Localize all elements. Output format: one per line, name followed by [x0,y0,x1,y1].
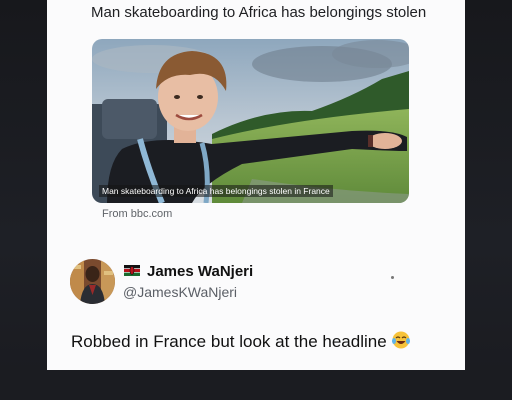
article-image[interactable]: Man skateboarding to Africa has belongin… [92,39,409,203]
avatar[interactable] [70,259,115,304]
background-bottom [0,370,512,400]
face-with-tears-of-joy-icon [391,331,410,349]
background-left [0,0,47,400]
source-link[interactable]: From bbc.com [102,208,172,220]
post-text-row: Robbed in France but look at the headlin… [71,330,411,352]
article-photo [92,39,409,203]
news-headline: Man skateboarding to Africa has belongin… [91,4,427,21]
post-text: Robbed in France but look at the headlin… [71,332,387,351]
post-card: Man skateboarding to Africa has belongin… [47,0,465,370]
user-handle[interactable]: @JamesKWaNjeri [123,284,237,300]
avatar-photo [70,259,115,304]
image-caption: Man skateboarding to Africa has belongin… [99,185,333,197]
kenya-flag-icon [124,265,140,276]
more-options-icon[interactable] [391,276,394,279]
background-right [465,0,512,400]
display-name[interactable]: James WaNjeri [147,263,253,280]
